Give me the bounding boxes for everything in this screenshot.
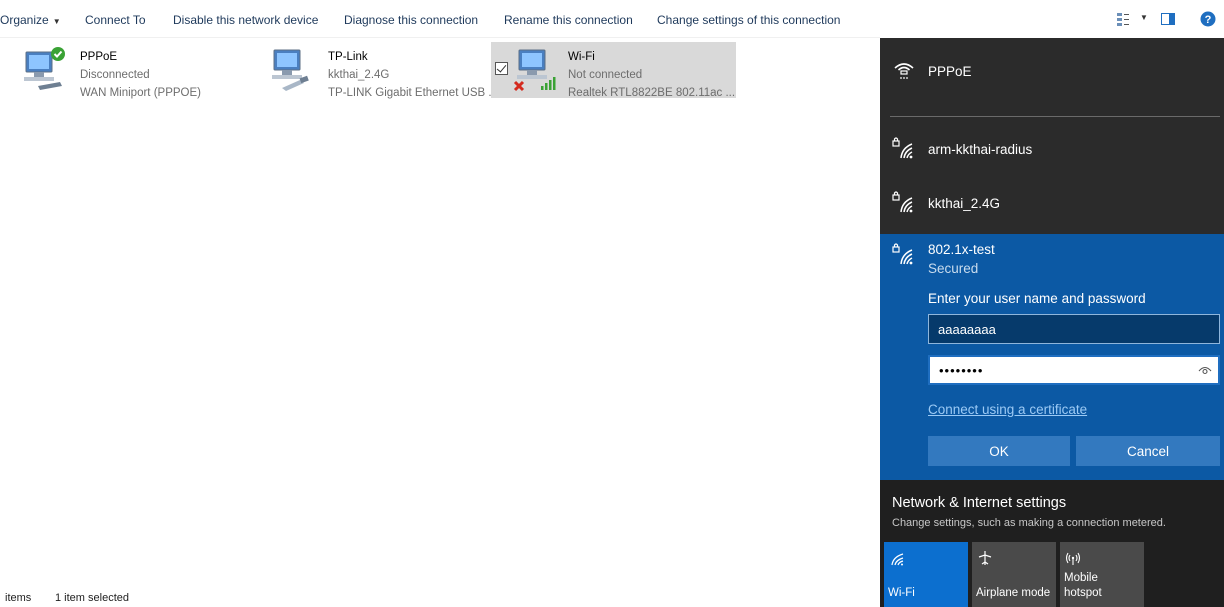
cancel-button[interactable]: Cancel <box>1076 436 1220 466</box>
organize-label: Organize <box>0 13 49 27</box>
network-name: 802.1x-test <box>928 242 995 257</box>
status-bar: items 1 item selected <box>0 588 880 607</box>
disable-device-button[interactable]: Disable this network device <box>173 13 318 27</box>
ok-button[interactable]: OK <box>928 436 1070 466</box>
connection-status: Disconnected <box>80 69 150 81</box>
network-item-802-1x-test: 802.1x-test Secured Enter your user name… <box>880 234 1224 480</box>
broadband-connection-icon <box>24 47 65 90</box>
network-flyout: PPPoE arm-kkthai-radius kkthai_2.4G 802.… <box>880 38 1224 607</box>
network-security-status: Secured <box>928 261 979 276</box>
tile-label: Airplane mode <box>976 587 1051 599</box>
wifi-toggle-tile[interactable]: Wi-Fi <box>884 542 968 607</box>
tile-label-line-2: hotspot <box>1064 587 1102 599</box>
connection-device: WAN Miniport (PPPOE) <box>80 87 201 99</box>
secured-wifi-icon <box>892 137 913 159</box>
network-item-arm-kkthai-radius[interactable]: arm-kkthai-radius <box>880 126 1224 178</box>
connection-status: kkthai_2.4G <box>328 69 390 81</box>
hotspot-icon <box>1065 552 1081 565</box>
ethernet-connection-icon <box>272 49 309 91</box>
username-field[interactable] <box>928 314 1220 344</box>
selection-checkbox[interactable] <box>495 62 508 75</box>
secured-wifi-icon <box>892 191 913 213</box>
connection-name: Wi-Fi <box>568 51 595 63</box>
change-settings-button[interactable]: Change settings of this connection <box>657 13 840 27</box>
network-name: PPPoE <box>928 64 972 79</box>
connection-device: Realtek RTL8822BE 802.11ac ... <box>568 87 736 99</box>
connect-to-button[interactable]: Connect To <box>85 13 146 27</box>
network-settings-section: Network & Internet settings Change setti… <box>880 480 1224 607</box>
selection-count: 1 item selected <box>55 592 129 604</box>
rename-button[interactable]: Rename this connection <box>504 13 633 27</box>
network-settings-description: Change settings, such as making a connec… <box>892 517 1166 529</box>
command-bar: Organize ▼ Connect To Disable this networ… <box>0 0 880 38</box>
divider <box>890 116 1220 117</box>
connection-status: Not connected <box>568 69 643 81</box>
network-settings-link[interactable]: Network & Internet settings <box>892 495 1066 511</box>
airplane-mode-tile[interactable]: Airplane mode <box>972 542 1056 607</box>
secured-wifi-icon <box>892 243 913 265</box>
tile-label-line-1: Mobile <box>1064 572 1098 584</box>
connection-name: TP-Link <box>328 51 368 63</box>
view-controls: ▼ ? <box>1100 0 1224 38</box>
credentials-prompt: Enter your user name and password <box>928 291 1146 306</box>
view-dropdown-icon[interactable]: ▼ <box>1140 13 1148 22</box>
help-icon[interactable]: ? <box>1200 11 1216 27</box>
change-view-icon[interactable] <box>1116 11 1132 27</box>
connections-list: PPPoE Disconnected WAN Miniport (PPPOE) … <box>0 38 880 588</box>
connection-item-tplink[interactable]: TP-Link kkthai_2.4G TP-LINK Gigabit Ethe… <box>258 42 498 99</box>
screen: Organize ▼ Connect To Disable this networ… <box>0 0 1224 607</box>
diagnose-button[interactable]: Diagnose this connection <box>344 13 478 27</box>
organize-menu[interactable]: Organize ▼ <box>0 13 61 27</box>
password-field[interactable] <box>928 355 1220 385</box>
mobile-hotspot-tile[interactable]: Mobile hotspot <box>1060 542 1144 607</box>
network-name: kkthai_2.4G <box>928 196 1001 211</box>
dialup-connection-icon <box>894 63 914 79</box>
svg-text:?: ? <box>1205 14 1212 26</box>
items-count: items <box>5 592 32 604</box>
wifi-icon <box>891 553 904 566</box>
preview-pane-icon[interactable] <box>1160 11 1176 27</box>
network-item-kkthai-2-4g[interactable]: kkthai_2.4G <box>880 180 1224 232</box>
tile-label: Mobile hotspot <box>1064 571 1102 601</box>
wireless-connection-icon <box>513 49 556 92</box>
network-item-pppoe[interactable]: PPPoE <box>880 38 1224 116</box>
connection-item-wifi[interactable]: Wi-Fi Not connected Realtek RTL8822BE 80… <box>491 42 736 99</box>
tile-label: Wi-Fi <box>888 587 915 599</box>
connection-name: PPPoE <box>80 51 118 63</box>
reveal-password-icon[interactable] <box>1198 363 1212 377</box>
connection-item-pppoe[interactable]: PPPoE Disconnected WAN Miniport (PPPOE) <box>10 42 250 99</box>
network-name: arm-kkthai-radius <box>928 142 1033 157</box>
connect-using-certificate-link[interactable]: Connect using a certificate <box>928 402 1087 417</box>
connection-device: TP-LINK Gigabit Ethernet USB ... <box>328 87 499 99</box>
chevron-down-icon: ▼ <box>52 17 61 26</box>
airplane-icon <box>978 551 992 565</box>
